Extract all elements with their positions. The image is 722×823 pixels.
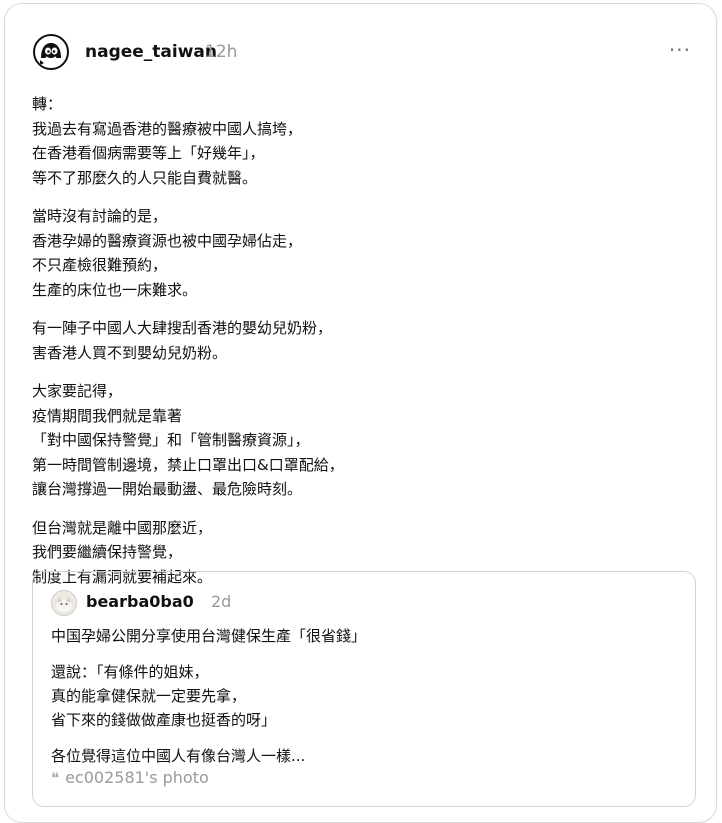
post-text-line: 等不了那麼久的人只能自費就醫。 xyxy=(32,168,258,187)
post-timestamp[interactable]: 12h xyxy=(205,42,237,62)
quoted-post[interactable]: bearba0ba0 2d 中国孕婦公開分享使用台灣健保生產「很省錢」 還說：「有… xyxy=(32,571,696,807)
quoted-paragraph: 中国孕婦公開分享使用台灣健保生產「很省錢」 xyxy=(51,624,671,648)
post-paragraph: 有一陣子中國人大肆搜刮香港的嬰幼兒奶粉， 害香港人買不到嬰幼兒奶粉。 xyxy=(32,316,692,365)
post-text-line: 在香港看個病需要等上「好幾年」， xyxy=(32,144,265,162)
post-body: 轉： 我過去有寫過香港的醫療被中國人搞垮， 在香港看個病需要等上「好幾年」， 等不了那… xyxy=(32,92,692,603)
post-text-line: 我過去有寫過香港的醫療被中國人搞垮， xyxy=(32,119,303,138)
quoted-photo-link[interactable]: ❝ ec002581's photo xyxy=(51,768,209,787)
post-header: nagee_taiwan 12h ··· xyxy=(33,34,697,70)
more-options-icon[interactable]: ··· xyxy=(669,38,691,62)
quoted-body: 中国孕婦公開分享使用台灣健保生產「很省錢」 還說：「有條件的姐妹， 真的能拿健保就一… xyxy=(51,624,671,768)
photo-credit: ec002581's photo xyxy=(65,768,209,787)
cat-avatar-icon xyxy=(52,591,76,615)
quoted-text-line: 還說：「有條件的姐妹， xyxy=(51,663,209,681)
post-text-line: 生產的床位也一床難求。 xyxy=(32,280,198,299)
quoted-paragraph: 還說：「有條件的姐妹， 真的能拿健保就一定要先拿， 省下來的錢做做產康也挺香的呀」 xyxy=(51,660,671,732)
avatar[interactable] xyxy=(33,34,69,70)
post-text-line: 當時沒有討論的是， xyxy=(32,207,168,225)
post-text-line: 大家要記得， xyxy=(32,382,123,400)
post-card: nagee_taiwan 12h ··· 轉： 我過去有寫過香港的醫療被中國人搞垮… xyxy=(4,3,717,823)
quoted-text-line: 真的能拿健保就一定要先拿， xyxy=(51,687,247,705)
post-text-line: 有一陣子中國人大肆搜刮香港的嬰幼兒奶粉， xyxy=(32,319,333,337)
post-text-line: 但台灣就是離中國那麼近， xyxy=(32,518,213,537)
post-text-line: 香港孕婦的醫療資源也被中國孕婦佔走， xyxy=(32,231,303,250)
post-text-line: 我們要繼續保持警覺， xyxy=(32,543,183,561)
post-text-line: 不只產檢很難預約， xyxy=(32,256,168,274)
post-paragraph: 大家要記得， 疫情期間我們就是靠著「對中國保持警覺」和「管制醫療資源」， 第一時間管… xyxy=(32,379,692,502)
quoted-avatar[interactable] xyxy=(51,590,77,616)
post-text-line: 第一時間管制邊境，禁止口罩出口&口罩配給， xyxy=(32,455,344,474)
post-paragraph: 轉： 我過去有寫過香港的醫療被中國人搞垮， 在香港看個病需要等上「好幾年」， 等不了那… xyxy=(32,92,692,190)
quoted-text-line: 省下來的錢做做產康也挺香的呀」 xyxy=(51,711,277,729)
quoted-post-header: bearba0ba0 2d xyxy=(51,590,451,616)
monkey-logo-icon xyxy=(36,37,66,67)
post-text-line: 讓台灣撐過一開始最動盪、最危險時刻。 xyxy=(32,480,303,498)
post-text-line: 疫情期間我們就是靠著 xyxy=(32,406,183,425)
quoted-timestamp[interactable]: 2d xyxy=(211,592,231,611)
post-text-line: 轉： xyxy=(32,95,63,113)
post-text-line: 害香港人買不到嬰幼兒奶粉。 xyxy=(32,343,228,362)
quoted-text-line: 中国孕婦公開分享使用台灣健保生產「很省錢」 xyxy=(51,627,367,645)
post-text-line: 「對中國保持警覺」和「管制醫療資源」， xyxy=(32,431,310,449)
post-paragraph: 當時沒有討論的是， 香港孕婦的醫療資源也被中國孕婦佔走， 不只產檢很難預約， 生產的床… xyxy=(32,204,692,302)
quoted-truncated-text[interactable]: 各位覺得這位中國人有像台灣人一樣... xyxy=(51,744,671,768)
post-username[interactable]: nagee_taiwan xyxy=(85,42,217,62)
quoted-username[interactable]: bearba0ba0 xyxy=(86,592,194,611)
quote-icon: ❝ xyxy=(51,769,60,787)
